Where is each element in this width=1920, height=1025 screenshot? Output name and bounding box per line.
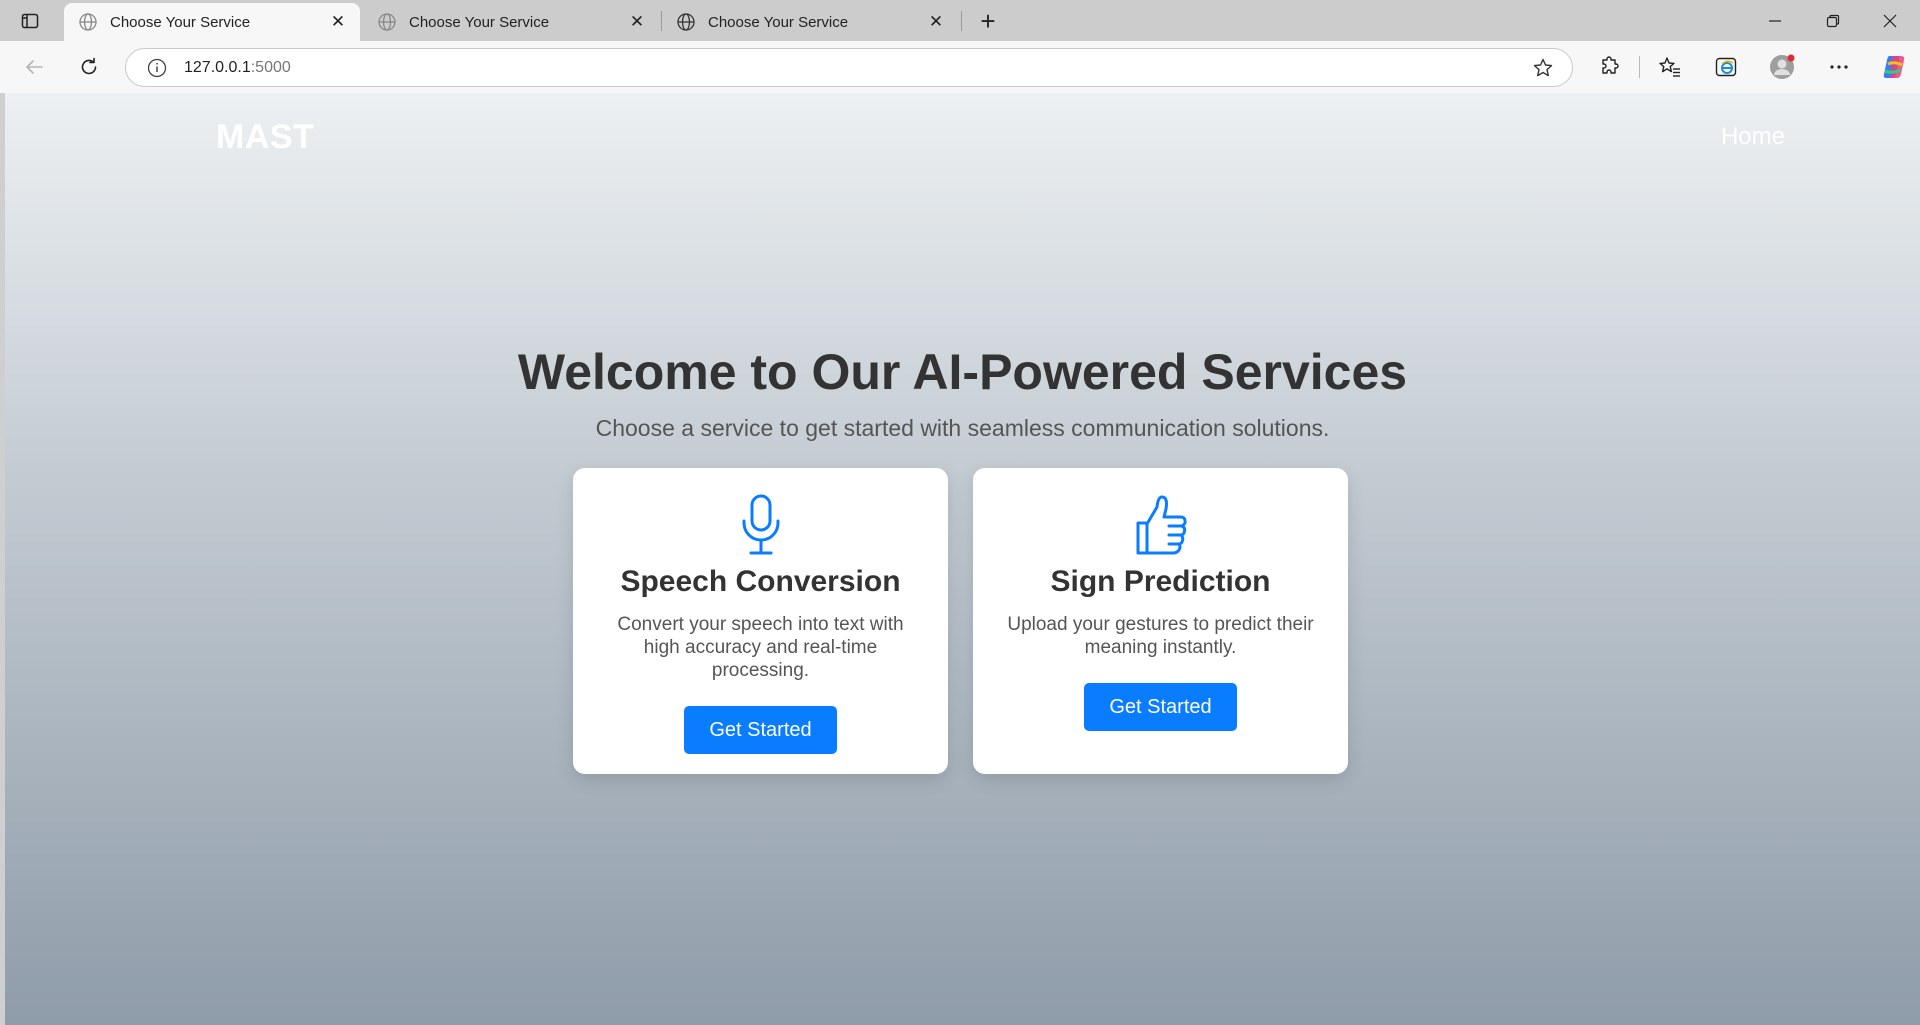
ellipsis-icon: [1830, 65, 1848, 69]
arrow-left-icon: [26, 60, 43, 74]
card-title: Speech Conversion: [620, 565, 901, 598]
tab-separator: [961, 11, 962, 31]
tab-2[interactable]: Choose Your Service ✕: [363, 3, 659, 41]
refresh-button[interactable]: [72, 50, 106, 84]
url-text: 127.0.0.1:5000: [184, 59, 291, 77]
puzzle-icon: [1602, 56, 1619, 74]
speech-get-started-button[interactable]: Get Started: [684, 706, 837, 754]
card-description: Upload your gestures to predict their me…: [1007, 614, 1314, 658]
speech-conversion-card: Speech Conversion Convert your speech in…: [573, 468, 948, 774]
close-icon: [1883, 14, 1897, 27]
refresh-icon: [81, 57, 97, 75]
card-description: Convert your speech into text with high …: [617, 614, 904, 681]
microphone-icon: [742, 494, 779, 555]
globe-icon: [677, 13, 695, 31]
address-bar[interactable]: 127.0.0.1:5000: [125, 48, 1573, 87]
restore-icon: [1826, 14, 1840, 27]
copilot-icon: [1883, 56, 1905, 78]
tab-actions-button[interactable]: [14, 8, 46, 34]
close-icon[interactable]: ✕: [926, 12, 946, 32]
close-window-button[interactable]: [1862, 0, 1918, 41]
ie-mode-button[interactable]: [1712, 53, 1740, 81]
profile-button[interactable]: [1768, 53, 1796, 81]
new-tab-button[interactable]: +: [973, 6, 1003, 36]
tab-strip: Choose Your Service ✕ Choose Your Servic…: [0, 0, 1920, 41]
tab-1[interactable]: Choose Your Service ✕: [64, 3, 360, 41]
browser-toolbar: 127.0.0.1:5000: [0, 41, 1920, 93]
hero-subtitle: Choose a service to get started with sea…: [595, 415, 1330, 441]
tab-1-title: Choose Your Service: [110, 13, 251, 31]
extensions-button[interactable]: [1596, 53, 1624, 81]
minimize-button[interactable]: [1747, 0, 1803, 41]
nav-home-link[interactable]: Home: [1721, 123, 1785, 151]
sign-get-started-button[interactable]: Get Started: [1084, 683, 1237, 731]
globe-icon: [378, 13, 396, 31]
tab-3-title: Choose Your Service: [708, 13, 849, 31]
toolbar-divider: [1639, 56, 1640, 78]
close-icon[interactable]: ✕: [627, 12, 647, 32]
avatar-icon: [1770, 54, 1795, 79]
star-icon[interactable]: [1532, 57, 1554, 79]
copilot-button[interactable]: [1880, 53, 1908, 81]
tab-3[interactable]: Choose Your Service ✕: [662, 3, 958, 41]
close-icon[interactable]: ✕: [328, 12, 348, 32]
favorites-button[interactable]: [1656, 53, 1684, 81]
minimize-icon: [1769, 19, 1781, 22]
hero-title: Welcome to Our AI-Powered Services: [517, 344, 1408, 400]
page-viewport: MAST Home Welcome to Our AI-Powered Serv…: [5, 93, 1920, 1025]
brand-logo[interactable]: MAST: [216, 118, 314, 157]
restore-button[interactable]: [1805, 0, 1861, 41]
tab-2-title: Choose Your Service: [409, 13, 550, 31]
sign-prediction-card: Sign Prediction Upload your gestures to …: [973, 468, 1348, 774]
card-title: Sign Prediction: [1050, 565, 1271, 598]
ie-mode-icon: [1715, 57, 1737, 77]
tab-actions-icon: [21, 13, 39, 29]
thumbs-up-icon: [1136, 495, 1187, 555]
globe-icon: [79, 13, 97, 31]
favorites-icon: [1659, 57, 1680, 77]
back-button[interactable]: [17, 50, 51, 84]
url-port: :5000: [250, 58, 291, 76]
info-icon[interactable]: [146, 57, 168, 79]
url-host: 127.0.0.1: [184, 58, 251, 76]
more-button[interactable]: [1825, 53, 1853, 81]
